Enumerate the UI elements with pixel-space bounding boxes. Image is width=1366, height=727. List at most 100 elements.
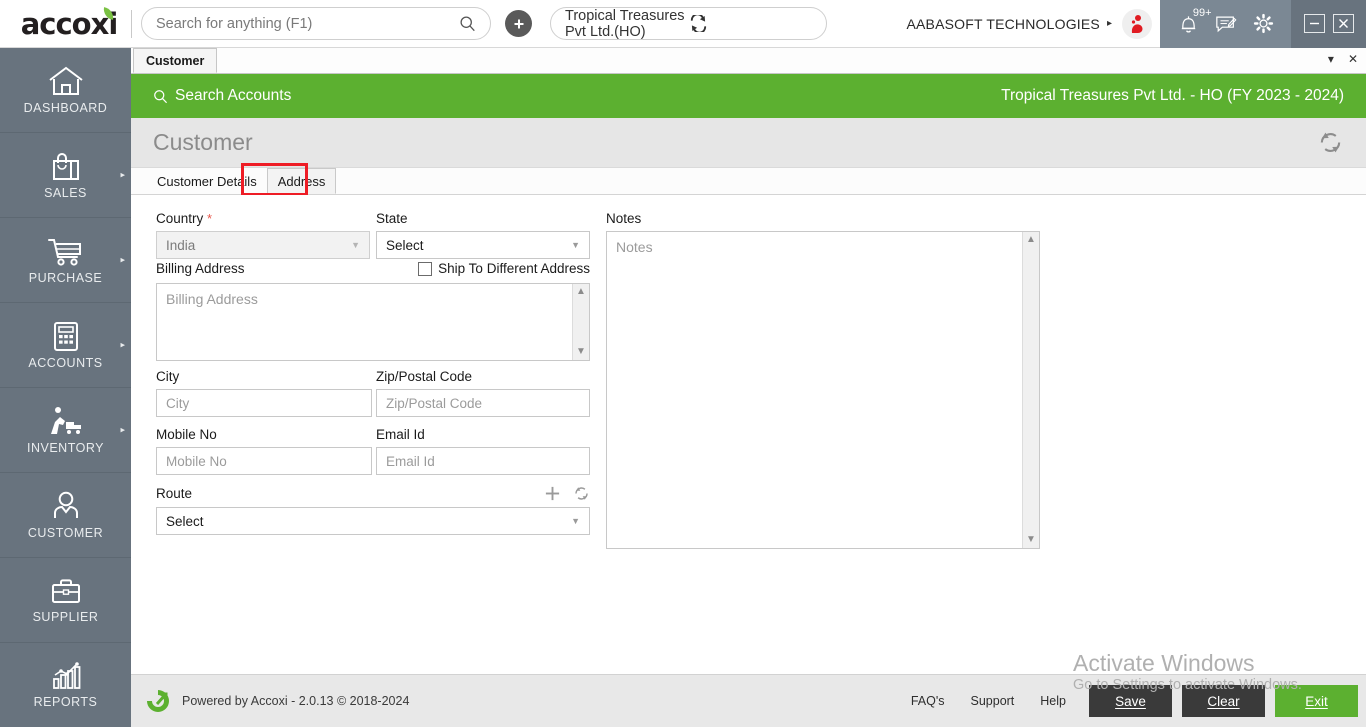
chevron-down-icon: ▼	[571, 516, 580, 526]
state-field-group: State Select ▼	[376, 211, 590, 259]
search-accounts-button[interactable]: Search Accounts	[153, 87, 291, 105]
city-input[interactable]	[156, 389, 372, 417]
chevron-right-icon: ▸	[120, 169, 125, 180]
green-header-bar: Search Accounts Tropical Treasures Pvt L…	[131, 74, 1366, 118]
notes-scrollbar[interactable]: ▲ ▼	[1022, 232, 1039, 548]
ship-to-different-checkbox[interactable]	[418, 261, 433, 276]
route-field-group: Route Select ▼	[156, 485, 590, 535]
close-icon[interactable]	[1332, 14, 1354, 33]
search-icon[interactable]	[459, 15, 476, 32]
footer-branding: Powered by Accoxi - 2.0.13 © 2018-2024	[145, 688, 409, 714]
email-input[interactable]	[376, 447, 590, 475]
state-label: State	[376, 211, 408, 226]
billing-address-textarea[interactable]	[157, 284, 589, 360]
sidebar-item-customer[interactable]: CUSTOMER	[0, 473, 131, 558]
bell-icon[interactable]: 99+	[1178, 7, 1212, 35]
chevron-right-icon: ▸	[120, 424, 125, 435]
footer-link-support[interactable]: Support	[958, 694, 1028, 708]
sidebar-item-label: DASHBOARD	[23, 101, 108, 115]
sidebar-item-inventory[interactable]: INVENTORY ▸	[0, 388, 131, 473]
form-tab-row: Customer Details Address	[131, 163, 1366, 196]
notes-textarea-wrap: ▲ ▼	[606, 231, 1040, 549]
document-tab-customer[interactable]: Customer	[133, 48, 218, 73]
email-field-group: Email Id	[376, 427, 590, 475]
billing-address-scrollbar[interactable]: ▲ ▼	[572, 284, 589, 360]
switch-branch-icon[interactable]	[689, 15, 813, 32]
notes-textarea[interactable]	[607, 232, 1039, 548]
exit-button[interactable]: Exit	[1275, 685, 1358, 717]
add-new-button[interactable]	[505, 10, 532, 37]
sidebar-item-label: SUPPLIER	[32, 610, 99, 624]
mobile-input[interactable]	[156, 447, 372, 475]
sidebar-item-label: REPORTS	[33, 695, 98, 709]
clear-button-label: Clear	[1207, 693, 1240, 709]
global-search[interactable]	[141, 7, 491, 40]
chevron-right-icon: ▸	[1106, 18, 1112, 29]
branch-name: Tropical Treasures Pvt Ltd.(HO)	[565, 7, 685, 40]
sidebar-item-label: SALES	[44, 186, 87, 200]
footer-link-help[interactable]: Help	[1027, 694, 1079, 708]
country-label: Country *	[156, 211, 370, 226]
footer-link-faqs[interactable]: FAQ's	[898, 694, 958, 708]
notification-badge: 99+	[1192, 6, 1212, 19]
tab-address[interactable]: Address	[266, 168, 337, 194]
chevron-right-icon: ▸	[120, 339, 125, 350]
sidebar-nav: DASHBOARD SALES ▸ PURCHASE ▸ ACCOUNTS ▸ …	[0, 48, 131, 727]
scroll-up-icon[interactable]: ▲	[1026, 235, 1036, 245]
page-title: Customer	[153, 129, 253, 155]
avatar[interactable]	[1122, 8, 1152, 39]
sidebar-item-purchase[interactable]: PURCHASE ▸	[0, 218, 131, 303]
scroll-down-icon[interactable]: ▼	[1026, 535, 1036, 545]
sidebar-item-accounts[interactable]: ACCOUNTS ▸	[0, 303, 131, 388]
branch-selector[interactable]: Tropical Treasures Pvt Ltd.(HO)	[550, 7, 827, 40]
required-marker: *	[207, 211, 213, 226]
clear-button[interactable]: Clear	[1182, 685, 1265, 717]
mobile-label: Mobile No	[156, 427, 217, 442]
page-title-bar: Customer	[131, 118, 1366, 168]
tab-customer-details[interactable]: Customer Details	[147, 168, 267, 194]
sidebar-item-label: ACCOUNTS	[28, 356, 103, 370]
minimize-icon[interactable]	[1303, 14, 1325, 33]
footer-bar: Powered by Accoxi - 2.0.13 © 2018-2024 F…	[131, 674, 1366, 727]
message-icon[interactable]	[1215, 14, 1237, 34]
ship-to-different-label: Ship To Different Address	[438, 261, 590, 276]
plus-icon[interactable]	[544, 485, 561, 502]
refresh-icon[interactable]	[1317, 129, 1344, 156]
email-label: Email Id	[376, 427, 425, 442]
sidebar-item-sales[interactable]: SALES ▸	[0, 133, 131, 218]
sidebar-item-reports[interactable]: REPORTS	[0, 643, 131, 727]
refresh-icon[interactable]	[573, 485, 590, 502]
tab-label: Address	[277, 173, 326, 189]
document-tab-label: Customer	[146, 53, 205, 68]
sidebar-item-dashboard[interactable]: DASHBOARD	[0, 48, 131, 133]
logo-text: accoxi	[20, 6, 119, 41]
zip-input[interactable]	[376, 389, 590, 417]
scroll-down-icon[interactable]: ▼	[576, 347, 586, 357]
company-menu[interactable]: AABASOFT TECHNOLOGIES ▸	[906, 8, 1160, 39]
sidebar-item-label: PURCHASE	[28, 271, 103, 285]
sidebar-item-supplier[interactable]: SUPPLIER	[0, 558, 131, 643]
ship-to-different-address-row[interactable]: Ship To Different Address	[418, 261, 590, 276]
chevron-right-icon: ▸	[120, 254, 125, 265]
billing-address-header: Billing Address Ship To Different Addres…	[156, 261, 590, 276]
route-label: Route	[156, 486, 193, 501]
save-button[interactable]: Save	[1089, 685, 1172, 717]
footer-actions: FAQ's Support Help Save Clear Exit	[898, 685, 1358, 717]
route-select[interactable]: Select ▼	[156, 507, 590, 535]
logo-divider	[131, 9, 132, 38]
tab-label: Customer Details	[157, 173, 257, 189]
scroll-up-icon[interactable]: ▲	[576, 287, 586, 297]
application-window: accoxi Tropical Treasures Pvt Ltd.(HO)	[0, 0, 1366, 727]
mobile-field-group: Mobile No	[156, 427, 372, 475]
search-input[interactable]	[156, 15, 459, 32]
gear-icon[interactable]	[1253, 13, 1274, 34]
city-field-group: City	[156, 369, 372, 417]
sidebar-item-label: CUSTOMER	[27, 526, 104, 540]
state-select[interactable]: Select ▼	[376, 231, 590, 259]
search-accounts-label: Search Accounts	[175, 87, 292, 104]
powered-by-text: Powered by Accoxi - 2.0.13 © 2018-2024	[182, 694, 410, 708]
country-select[interactable]: India ▼	[156, 231, 370, 259]
tab-close-icon[interactable]: ✕	[1348, 52, 1358, 66]
save-button-label: Save	[1115, 693, 1146, 709]
tab-list-dropdown-icon[interactable]: ▾	[1328, 52, 1334, 66]
